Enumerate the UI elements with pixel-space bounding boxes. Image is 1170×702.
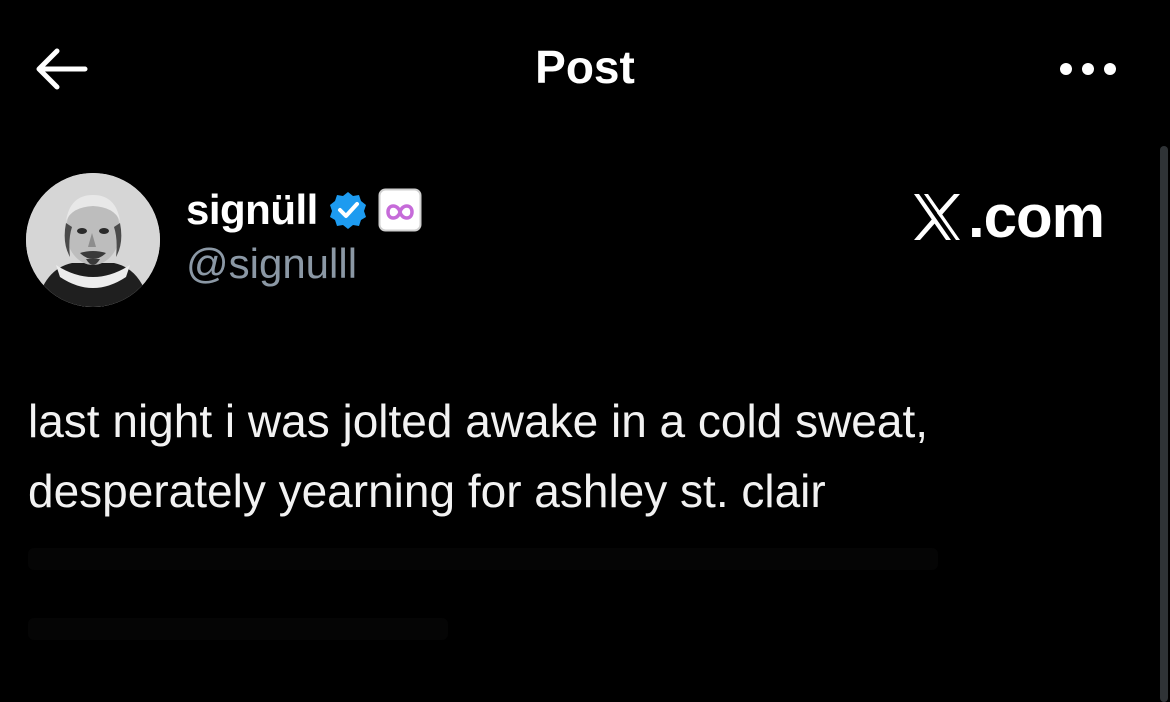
faded-text-line <box>28 548 938 570</box>
watermark-text: .com <box>967 183 1105 250</box>
verified-badge-icon <box>329 192 366 229</box>
more-horizontal-icon <box>1060 63 1116 75</box>
scrollbar[interactable] <box>1160 146 1168 702</box>
author-display-name[interactable]: signüll <box>186 186 318 234</box>
page-title: Post <box>535 41 635 93</box>
post-line: last night i was jolted awake in a cold … <box>28 395 929 447</box>
post-line: desperately yearning for ashley st. clai… <box>28 465 826 517</box>
post-body: last night i was jolted awake in a cold … <box>28 386 1108 526</box>
faded-text-line <box>28 618 448 640</box>
x-com-watermark: .com <box>910 182 1105 251</box>
author-handle[interactable]: @signulll <box>186 240 357 288</box>
top-bar: Post <box>0 0 1170 140</box>
x-logo-icon <box>913 193 960 240</box>
author-name-row: signüll <box>186 186 422 234</box>
more-options-button[interactable] <box>1048 44 1128 94</box>
avatar[interactable] <box>26 173 160 307</box>
affiliation-badge-icon[interactable] <box>378 188 422 232</box>
shakespeare-portrait-icon <box>26 173 160 307</box>
